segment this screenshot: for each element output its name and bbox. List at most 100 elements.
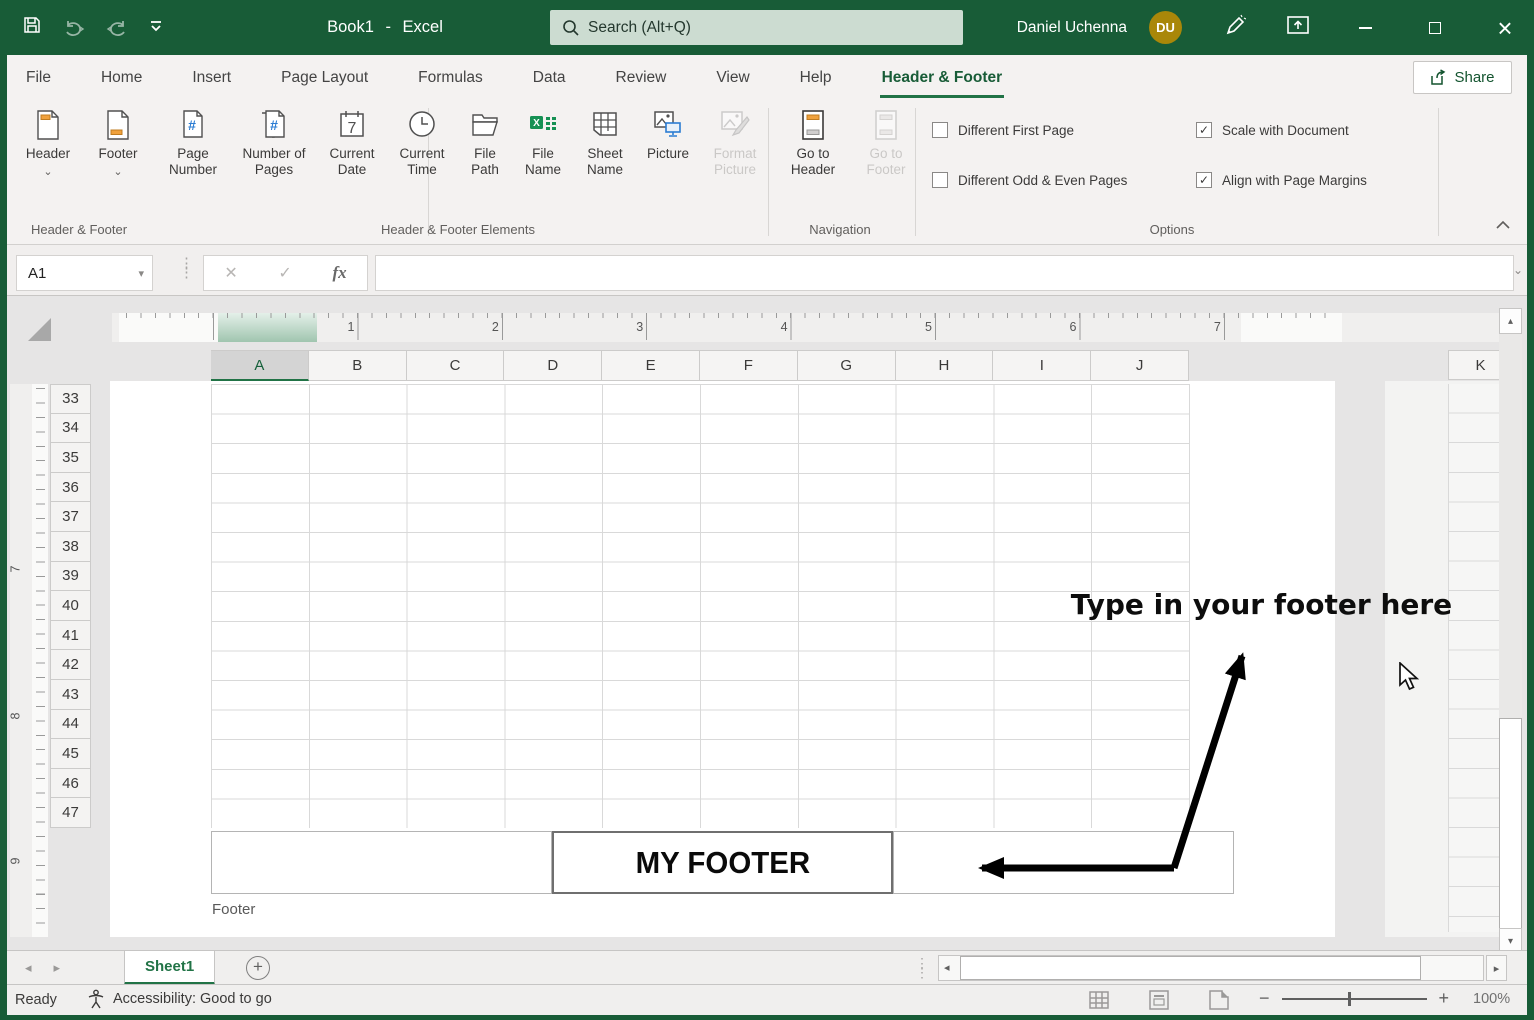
search-input[interactable]: Search (Alt+Q) — [550, 10, 963, 45]
row-header-39[interactable]: 39 — [50, 562, 91, 592]
horizontal-scrollbar[interactable]: ◂ — [938, 955, 1484, 981]
confirm-entry-icon[interactable]: ✓ — [278, 263, 291, 283]
zoom-slider-thumb[interactable] — [1348, 992, 1351, 1006]
row-header-40[interactable]: 40 — [50, 591, 91, 621]
row-header-34[interactable]: 34 — [50, 414, 91, 444]
file-name-button[interactable]: XFile Name — [516, 102, 570, 178]
expand-formula-bar-icon[interactable]: ⌄ — [1513, 263, 1523, 277]
footer-left-section[interactable] — [211, 831, 552, 894]
tab-review[interactable]: Review — [614, 58, 669, 98]
row-header-44[interactable]: 44 — [50, 710, 91, 740]
accessibility-status[interactable]: Accessibility: Good to go — [113, 991, 272, 1007]
column-header-b[interactable]: B — [309, 351, 407, 381]
row-header-47[interactable]: 47 — [50, 798, 91, 828]
column-header-j[interactable]: J — [1091, 351, 1189, 381]
vertical-scrollbar[interactable]: ▴ ▾ — [1499, 308, 1522, 950]
save-icon[interactable] — [22, 15, 42, 40]
maximize-button[interactable] — [1420, 0, 1450, 55]
select-all-corner[interactable] — [28, 318, 51, 341]
sheet-tab-sheet1[interactable]: Sheet1 — [124, 951, 215, 985]
name-box[interactable]: A1 ▾ — [16, 255, 153, 291]
footer-right-section[interactable] — [893, 831, 1234, 894]
row-header-43[interactable]: 43 — [50, 680, 91, 710]
share-button[interactable]: Share — [1413, 61, 1512, 94]
ink-pen-icon[interactable] — [1222, 13, 1246, 42]
current-date-button[interactable]: 7Current Date — [320, 102, 384, 178]
vertical-scroll-thumb[interactable] — [1499, 718, 1522, 937]
avatar[interactable]: DU — [1149, 11, 1182, 44]
checkbox-different-first-page[interactable]: Different First Page — [932, 122, 1074, 138]
normal-view-icon[interactable] — [1087, 988, 1111, 1012]
tab-insert[interactable]: Insert — [190, 58, 233, 98]
page-break-preview-icon[interactable] — [1207, 988, 1231, 1012]
column-header-e[interactable]: E — [602, 351, 700, 381]
scroll-left-icon[interactable]: ◂ — [944, 961, 950, 974]
ribbon-display-options-icon[interactable] — [1286, 14, 1310, 41]
column-header-f[interactable]: F — [700, 351, 798, 381]
tab-header-footer[interactable]: Header & Footer — [880, 58, 1005, 98]
checkbox-box[interactable]: ✓ — [1196, 172, 1212, 188]
row-header-42[interactable]: 42 — [50, 650, 91, 680]
sheet-name-button[interactable]: Sheet Name — [576, 102, 634, 178]
header-button[interactable]: Header ⌄ — [19, 102, 77, 180]
checkbox-scale-with-document[interactable]: ✓Scale with Document — [1196, 122, 1349, 138]
number-of-pages-button[interactable]: #Number of Pages — [234, 102, 314, 178]
current-time-button[interactable]: Current Time — [390, 102, 454, 178]
close-button[interactable]: × — [1490, 0, 1520, 55]
tab-data[interactable]: Data — [531, 58, 568, 98]
insert-function-icon[interactable]: fx — [332, 263, 346, 283]
cancel-entry-icon[interactable]: ✕ — [224, 263, 237, 283]
column-header-d[interactable]: D — [504, 351, 602, 381]
scroll-down-icon[interactable]: ▾ — [1499, 928, 1522, 950]
footer-button[interactable]: Footer ⌄ — [89, 102, 147, 180]
file-path-button[interactable]: File Path — [460, 102, 510, 178]
column-header-a[interactable]: A — [211, 351, 309, 381]
collapse-ribbon-button[interactable] — [1495, 218, 1513, 232]
row-header-45[interactable]: 45 — [50, 739, 91, 769]
checkbox-different-odd-even-pages[interactable]: Different Odd & Even Pages — [932, 172, 1127, 188]
horizontal-scroll-thumb[interactable] — [960, 956, 1421, 980]
checkbox-box[interactable] — [932, 172, 948, 188]
redo-button[interactable] — [106, 18, 128, 38]
picture-button[interactable]: Picture — [640, 102, 696, 178]
zoom-out-button[interactable]: − — [1259, 988, 1270, 1009]
user-name[interactable]: Daniel Uchenna — [1017, 19, 1127, 37]
row-header-36[interactable]: 36 — [50, 473, 91, 503]
tab-view[interactable]: View — [714, 58, 751, 98]
formula-input[interactable] — [375, 255, 1514, 291]
tab-formulas[interactable]: Formulas — [416, 58, 485, 98]
tab-help[interactable]: Help — [798, 58, 834, 98]
row-header-33[interactable]: 33 — [50, 384, 91, 414]
go-to-header-button[interactable]: Go to Header — [781, 102, 845, 178]
page-layout-view-icon[interactable] — [1147, 988, 1171, 1012]
customize-qat-icon[interactable] — [149, 19, 163, 37]
row-header-41[interactable]: 41 — [50, 621, 91, 651]
column-header-i[interactable]: I — [993, 351, 1091, 381]
column-header-c[interactable]: C — [407, 351, 505, 381]
tab-page-layout[interactable]: Page Layout — [279, 58, 370, 98]
sheet-grid[interactable] — [211, 384, 1190, 828]
row-header-38[interactable]: 38 — [50, 532, 91, 562]
minimize-button[interactable] — [1350, 0, 1380, 55]
page-number-button[interactable]: #Page Number — [158, 102, 228, 178]
tab-home[interactable]: Home — [99, 58, 144, 98]
column-header-g[interactable]: G — [798, 351, 896, 381]
scroll-right-icon[interactable]: ▸ — [1486, 955, 1507, 981]
tab-scroll-grip[interactable]: ⋮⋮ — [915, 959, 929, 977]
column-header-h[interactable]: H — [896, 351, 994, 381]
row-header-35[interactable]: 35 — [50, 443, 91, 473]
checkbox-box[interactable]: ✓ — [1196, 122, 1212, 138]
name-box-dropdown-icon[interactable]: ▾ — [138, 267, 144, 280]
zoom-slider[interactable] — [1282, 998, 1427, 1000]
row-header-46[interactable]: 46 — [50, 769, 91, 799]
next-sheet-icon[interactable]: ▸ — [54, 960, 61, 976]
zoom-in-button[interactable]: + — [1439, 988, 1450, 1009]
row-header-37[interactable]: 37 — [50, 502, 91, 532]
zoom-level[interactable]: 100% — [1473, 991, 1510, 1007]
scroll-up-icon[interactable]: ▴ — [1499, 308, 1522, 334]
undo-button[interactable] — [63, 18, 85, 38]
checkbox-align-with-page-margins[interactable]: ✓Align with Page Margins — [1196, 172, 1367, 188]
tab-file[interactable]: File — [24, 58, 53, 98]
formula-bar-grip[interactable]: ⋮⋮ — [179, 259, 194, 277]
prev-sheet-icon[interactable]: ◂ — [25, 960, 32, 976]
